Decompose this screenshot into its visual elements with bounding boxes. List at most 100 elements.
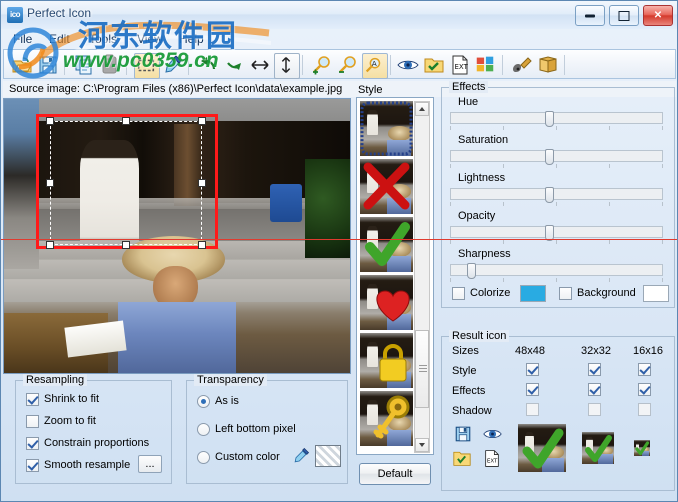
preview-eye-icon[interactable]	[396, 53, 420, 77]
shadow-check-16[interactable]	[638, 403, 651, 416]
menu-bar: File Edit Tools View Help	[1, 29, 677, 48]
saturation-slider-knob[interactable]	[545, 149, 554, 165]
style-list[interactable]	[356, 97, 434, 455]
eyedropper-icon[interactable]	[291, 445, 311, 467]
menu-item-view[interactable]: View	[131, 31, 169, 47]
zoom-in-icon[interactable]	[310, 53, 334, 77]
selection-handle-n[interactable]	[122, 117, 130, 125]
selection-handle-w[interactable]	[46, 179, 54, 187]
toolbar: A EXT	[3, 49, 676, 79]
help-book-icon[interactable]	[536, 53, 560, 77]
selection-handle-e[interactable]	[198, 179, 206, 187]
selection-handle-ne[interactable]	[198, 117, 206, 125]
open-icon[interactable]	[10, 53, 34, 77]
menu-item-help[interactable]: Help	[173, 31, 210, 47]
shadow-check-48[interactable]	[526, 403, 539, 416]
opacity-slider[interactable]	[450, 226, 663, 238]
flip-vertical-icon[interactable]	[274, 53, 300, 79]
rotate-right-icon[interactable]	[222, 53, 246, 77]
style-thumb-green-check[interactable]	[360, 217, 413, 272]
hue-slider-knob[interactable]	[545, 111, 554, 127]
style-scrollbar[interactable]	[414, 101, 430, 453]
custom-color-radio[interactable]	[197, 451, 210, 464]
saturation-ticks	[450, 164, 663, 168]
sharpness-slider-knob[interactable]	[467, 263, 476, 279]
eyedropper-icon[interactable]	[160, 53, 184, 77]
maximize-button[interactable]	[609, 5, 639, 26]
minimize-button[interactable]	[575, 5, 605, 26]
size-col-32: 32x32	[581, 345, 611, 357]
sharpness-slider[interactable]	[450, 264, 663, 276]
folder-check-icon[interactable]	[422, 53, 446, 77]
scroll-up-button[interactable]	[415, 102, 429, 116]
zoom-to-fit-checkbox[interactable]	[26, 415, 39, 428]
shadow-row-label: Shadow	[452, 405, 492, 417]
copy-icon[interactable]	[72, 53, 96, 77]
ext-icon[interactable]: EXT	[448, 53, 472, 77]
left-bottom-pixel-radio[interactable]	[197, 423, 210, 436]
image-preview-panel[interactable]	[3, 98, 351, 374]
smooth-resample-checkbox[interactable]	[26, 459, 39, 472]
paste-icon[interactable]	[98, 53, 122, 77]
style-thumb-red-cross[interactable]	[360, 159, 413, 214]
style-thumb-gold-key[interactable]	[360, 391, 413, 446]
style-thumb-yellow-lock[interactable]	[360, 333, 413, 388]
style-thumb-red-heart[interactable]	[360, 275, 413, 330]
shadow-check-32[interactable]	[588, 403, 601, 416]
lightness-ticks	[450, 202, 663, 206]
selection-handle-se[interactable]	[198, 241, 206, 249]
scroll-down-button[interactable]	[415, 438, 429, 452]
background-color-swatch[interactable]	[643, 285, 669, 302]
style-check-16[interactable]	[638, 363, 651, 376]
constrain-proportions-checkbox[interactable]	[26, 437, 39, 450]
close-button[interactable]: ✕	[643, 5, 673, 26]
make-icon-icon[interactable]	[510, 53, 534, 77]
lightness-slider[interactable]	[450, 188, 663, 200]
selection-handle-sw[interactable]	[46, 241, 54, 249]
preview-eye-icon[interactable]	[483, 427, 502, 441]
windows-icon[interactable]	[474, 53, 498, 77]
preview-48[interactable]	[518, 424, 566, 472]
style-check-32[interactable]	[588, 363, 601, 376]
select-region-icon[interactable]	[134, 53, 160, 79]
selection-marquee[interactable]	[50, 121, 202, 245]
preview-32[interactable]	[582, 432, 614, 464]
ext-icon[interactable]: EXT	[483, 449, 501, 468]
transparent-swatch[interactable]	[315, 445, 341, 467]
saturation-slider[interactable]	[450, 150, 663, 162]
as-is-radio[interactable]	[197, 395, 210, 408]
lightness-slider-knob[interactable]	[545, 187, 554, 203]
shrink-to-fit-checkbox[interactable]	[26, 393, 39, 406]
effects-check-16[interactable]	[638, 383, 651, 396]
effects-check-48[interactable]	[526, 383, 539, 396]
save-icon[interactable]	[36, 53, 60, 77]
rotate-left-icon[interactable]	[196, 53, 220, 77]
svg-text:EXT: EXT	[487, 458, 498, 464]
guide-line	[1, 239, 678, 240]
flip-horizontal-icon[interactable]	[248, 53, 272, 77]
default-button[interactable]: Default	[359, 463, 431, 485]
preview-16[interactable]	[634, 440, 650, 456]
result-icon-group: Result icon Sizes Style Effects Shadow 4…	[441, 336, 675, 491]
menu-item-file[interactable]: File	[7, 31, 38, 47]
menu-item-tools[interactable]: Tools	[83, 31, 123, 47]
app-window: ico Perfect Icon ✕ File Edit Tools View …	[0, 0, 678, 502]
hue-slider[interactable]	[450, 112, 663, 124]
effects-check-32[interactable]	[588, 383, 601, 396]
transparency-title: Transparency	[194, 374, 267, 386]
style-thumb-dotted-frame[interactable]	[360, 101, 413, 156]
smooth-resample-options-button[interactable]: ...	[138, 455, 162, 473]
save-icon[interactable]	[454, 425, 472, 443]
zoom-out-icon[interactable]	[336, 53, 360, 77]
folder-check-icon[interactable]	[452, 449, 472, 467]
colorize-color-swatch[interactable]	[520, 285, 546, 302]
zoom-actual-icon[interactable]: A	[362, 53, 388, 79]
background-checkbox[interactable]	[559, 287, 572, 300]
sizes-row-label: Sizes	[452, 345, 479, 357]
scroll-thumb[interactable]	[415, 330, 429, 408]
colorize-checkbox[interactable]	[452, 287, 465, 300]
selection-handle-nw[interactable]	[46, 117, 54, 125]
selection-handle-s[interactable]	[122, 241, 130, 249]
menu-item-edit[interactable]: Edit	[43, 31, 76, 47]
style-check-48[interactable]	[526, 363, 539, 376]
